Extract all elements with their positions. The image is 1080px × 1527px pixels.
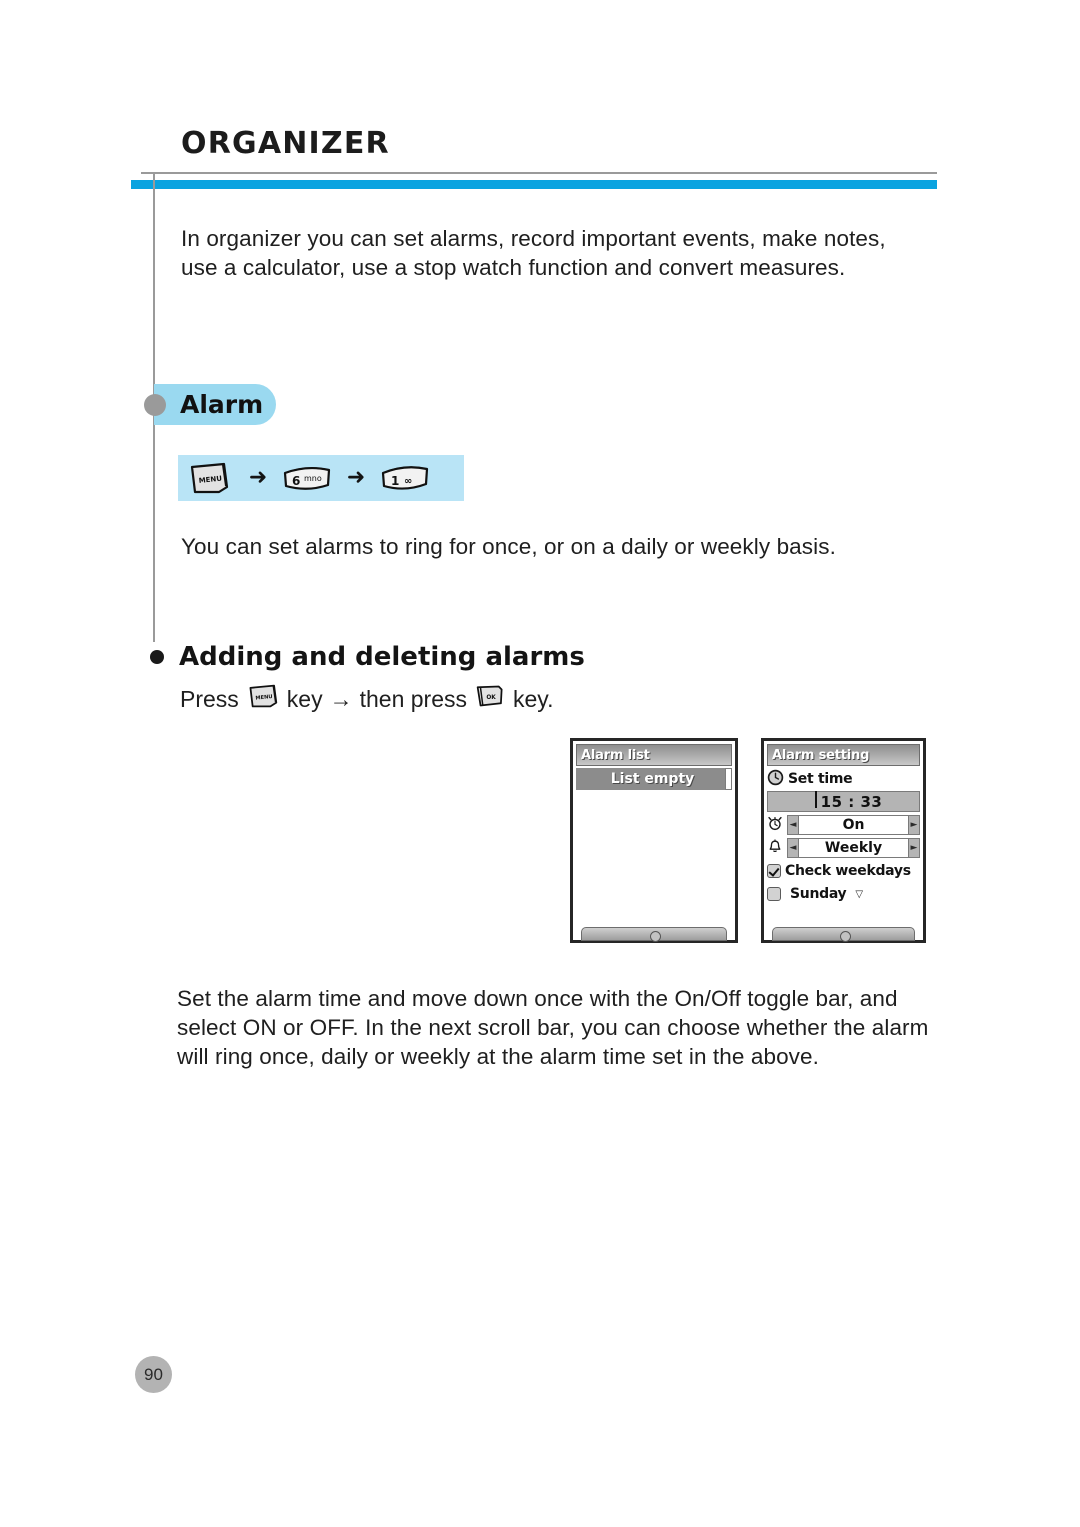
header-rule-gray [141,172,937,174]
chevron-down-icon[interactable]: ▽ [855,889,863,900]
manual-page: ORGANIZER In organizer you can set alarm… [0,0,1080,1527]
set-time-label: Set time [788,771,853,787]
checkbox-unchecked-icon[interactable] [767,887,781,901]
subsection-heading: Adding and deleting alarms [179,642,585,672]
sunday-label: Sunday [790,886,847,902]
alarm-description: You can set alarms to ring for once, or … [181,534,836,559]
list-empty-label: List empty [610,771,695,787]
alarm-repeat-row: ◄ Weekly ► [767,838,920,858]
alarm-setting-title: Alarm setting [772,747,870,763]
bell-icon [767,838,783,859]
chapter-title: ORGANIZER [181,126,390,161]
svg-text:1: 1 [391,474,399,488]
phone-screen-alarm-setting: Alarm setting Set time 15 : 33 ◄ On ► ◄ … [761,738,926,943]
alarm-list-titlebar: Alarm list [576,744,732,766]
check-weekdays-label: Check weekdays [785,863,911,879]
softkey-bar[interactable] [581,927,727,942]
press-prefix: Press [180,685,239,712]
ok-key-icon: OK [474,683,506,716]
alarm-setting-titlebar: Alarm setting [767,744,920,766]
closing-paragraph: Set the alarm time and move down once wi… [177,986,929,1069]
key-sequence-strip: MENU ➜ 6 mno ➜ 1 ∞ [178,455,464,501]
svg-text:mno: mno [304,474,322,483]
numeric-key-6-icon: 6 mno [281,462,333,494]
softkey-bar[interactable] [772,927,915,942]
press-mid-text-2: then press [359,685,467,712]
alarm-repeat-spinner[interactable]: ◄ Weekly ► [787,838,920,858]
arrow-right-icon: ➜ [346,465,366,490]
spinner-right-arrow-icon[interactable]: ► [909,820,919,830]
intro-paragraph: In organizer you can set alarms, record … [181,226,886,280]
menu-key-icon: MENU [186,461,232,495]
menu-key-icon: MENU [246,683,280,716]
page-number: 90 [135,1356,172,1393]
set-time-value: 15 : 33 [814,790,883,811]
key-arrow-2: ➜ [338,467,374,489]
key-arrow-1: ➜ [240,467,276,489]
spinner-right-arrow-icon[interactable]: ► [909,843,919,853]
alarm-onoff-spinner[interactable]: ◄ On ► [787,815,920,835]
sunday-row[interactable]: Sunday ▽ [767,884,920,904]
alarm-list-title: Alarm list [581,747,650,763]
phone-screen-alarm-list: Alarm list List empty [570,738,738,943]
scrollbar[interactable] [725,768,732,790]
alarm-repeat-value: Weekly [798,839,909,857]
clock-icon [767,769,784,790]
set-time-field[interactable]: 15 : 33 [767,790,920,812]
press-mid-text-1: key [286,685,323,712]
press-suffix: key. [513,685,554,712]
press-instruction-line: Press MENU key → then press OK key. [180,682,553,715]
spinner-left-arrow-icon[interactable]: ◄ [788,843,798,853]
checkbox-checked-icon[interactable] [767,864,781,878]
alarm-toggle-row: ◄ On ► [767,815,920,835]
arrow-right-icon: ➜ [248,465,268,490]
svg-text:∞: ∞ [404,476,412,487]
alarm-onoff-value: On [798,816,909,834]
spinner-left-arrow-icon[interactable]: ◄ [788,820,798,830]
check-weekdays-row[interactable]: Check weekdays [767,861,920,881]
svg-text:OK: OK [486,695,496,701]
key-6-mno: 6 mno [276,462,338,494]
arrow-right-icon: → [329,685,353,712]
list-item[interactable]: List empty [576,768,732,790]
svg-text:6: 6 [292,474,300,488]
key-1: 1 ∞ [374,462,436,494]
alarm-section-title: Alarm [180,390,264,419]
numeric-key-1-icon: 1 ∞ [379,462,431,494]
key-menu: MENU [178,461,240,495]
section-bullet-icon [144,394,166,416]
subsection-bullet-icon [150,650,164,664]
set-time-row: Set time [767,769,920,789]
header-rule-blue [131,180,937,189]
alarm-clock-icon [767,815,783,836]
